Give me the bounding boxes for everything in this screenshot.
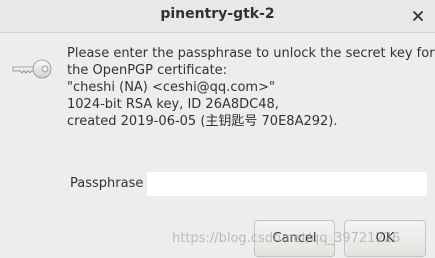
passphrase-label: Passphrase — [70, 176, 144, 191]
message-line: "cheshi (NA) <ceshi@qq.com>" — [67, 80, 275, 95]
cancel-button[interactable]: Cancel — [254, 220, 335, 257]
dialog-content: Please enter the passphrase to unlock th… — [0, 34, 435, 258]
prompt-message: Please enter the passphrase to unlock th… — [67, 45, 435, 130]
passphrase-row: Passphrase — [70, 172, 430, 196]
titlebar[interactable]: pinentry-gtk-2 — [0, 0, 435, 33]
close-button[interactable] — [407, 5, 429, 27]
message-line: 1024-bit RSA key, ID 26A8DC48, — [67, 97, 279, 112]
pinentry-dialog: pinentry-gtk-2 Please enter the passphra… — [0, 0, 435, 258]
message-line: Please enter the passphrase to unlock th… — [67, 46, 435, 61]
ok-button[interactable]: OK — [344, 220, 426, 257]
message-line: the OpenPGP certificate: — [67, 63, 228, 78]
close-icon — [413, 11, 423, 21]
passphrase-input[interactable] — [147, 172, 427, 196]
key-icon — [12, 59, 52, 79]
window-title: pinentry-gtk-2 — [160, 6, 275, 22]
message-line: created 2019-06-05 (主钥匙号 70E8A292). — [67, 114, 338, 129]
